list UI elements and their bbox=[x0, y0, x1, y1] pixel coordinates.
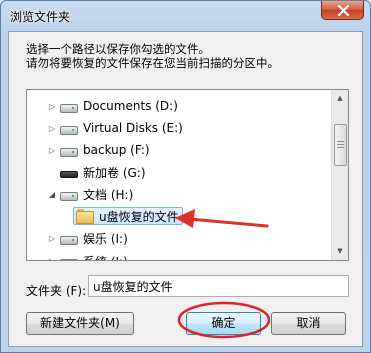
tree-item-entertainment[interactable]: ▷ 娱乐 (I:) bbox=[46, 228, 128, 248]
folder-path-input[interactable] bbox=[88, 275, 349, 297]
close-icon bbox=[337, 5, 350, 16]
drive-icon bbox=[60, 233, 78, 245]
instruction-line-1: 选择一个路径以保存你勾选的文件。 bbox=[26, 42, 210, 56]
tree-item-label: Documents (D:) bbox=[83, 99, 178, 113]
tree-item-documents[interactable]: ▷ Documents (D:) bbox=[46, 96, 178, 116]
drive-icon bbox=[60, 145, 78, 157]
expand-arrow-icon[interactable]: ▷ bbox=[46, 124, 58, 133]
tree-item-label: u盘恢复的文件 bbox=[99, 209, 179, 224]
collapse-arrow-icon[interactable]: ◢ bbox=[46, 190, 58, 199]
expand-arrow-icon[interactable]: ▷ bbox=[46, 234, 58, 243]
drive-icon bbox=[60, 101, 78, 113]
folder-tree[interactable]: ▷ Documents (D:) ▷ Virtual Disks (E:) ▷ … bbox=[26, 89, 349, 261]
folder-field-label: 文件夹 (F): bbox=[26, 284, 87, 298]
expand-arrow-icon[interactable]: ▷ bbox=[46, 102, 58, 111]
expand-arrow-icon[interactable]: ▷ bbox=[46, 146, 58, 155]
tree-item-docs-h[interactable]: ◢ 文档 (H:) bbox=[46, 184, 133, 204]
scroll-down-icon[interactable]: ▼ bbox=[332, 243, 348, 260]
vertical-scrollbar[interactable]: ▲ ▼ bbox=[331, 90, 348, 260]
tree-item-recovered-folder[interactable]: u盘恢复的文件 bbox=[73, 207, 183, 225]
instruction-line-2: 请勿将要恢复的文件保存在您当前扫描的分区中。 bbox=[26, 56, 279, 70]
tree-item-virtual-disks[interactable]: ▷ Virtual Disks (E:) bbox=[46, 118, 183, 138]
drive-icon bbox=[60, 123, 78, 135]
new-folder-button[interactable]: 新建文件夹(M) bbox=[26, 312, 134, 335]
instructions: 选择一个路径以保存你勾选的文件。 请勿将要恢复的文件保存在您当前扫描的分区中。 bbox=[26, 42, 279, 70]
tree-item-label: Virtual Disks (E:) bbox=[83, 121, 183, 135]
dialog-body: 选择一个路径以保存你勾选的文件。 请勿将要恢复的文件保存在您当前扫描的分区中。 … bbox=[8, 31, 363, 347]
cancel-button[interactable]: 取消 bbox=[271, 312, 346, 335]
tree-item-new-volume[interactable]: 新加卷 (G:) bbox=[46, 162, 146, 182]
tree-item-label: backup (F:) bbox=[83, 143, 150, 157]
scrollbar-thumb[interactable] bbox=[334, 124, 347, 166]
tree-item-backup[interactable]: ▷ backup (F:) bbox=[46, 140, 150, 160]
drive-icon bbox=[60, 256, 78, 260]
tree-item-label: 系统 (J:) bbox=[83, 253, 128, 261]
window-title: 浏览文件夹 bbox=[10, 10, 71, 24]
close-button[interactable] bbox=[321, 1, 364, 20]
folder-icon bbox=[76, 209, 94, 224]
drive-icon bbox=[60, 189, 78, 201]
ok-button[interactable]: 确定 bbox=[186, 312, 261, 335]
tree-item-label: 文档 (H:) bbox=[83, 187, 134, 202]
usb-drive-icon bbox=[60, 167, 78, 178]
tree-item-label: 新加卷 (G:) bbox=[83, 165, 146, 180]
expand-arrow-icon[interactable]: ▷ bbox=[46, 257, 58, 261]
tree-item-label: 娱乐 (I:) bbox=[83, 231, 128, 246]
browse-folder-dialog: 浏览文件夹 选择一个路径以保存你勾选的文件。 请勿将要恢复的文件保存在您当前扫描… bbox=[0, 0, 371, 353]
scroll-up-icon[interactable]: ▲ bbox=[332, 90, 348, 107]
tree-item-system[interactable]: ▷ 系统 (J:) bbox=[46, 251, 128, 261]
title-bar: 浏览文件夹 bbox=[1, 1, 370, 31]
